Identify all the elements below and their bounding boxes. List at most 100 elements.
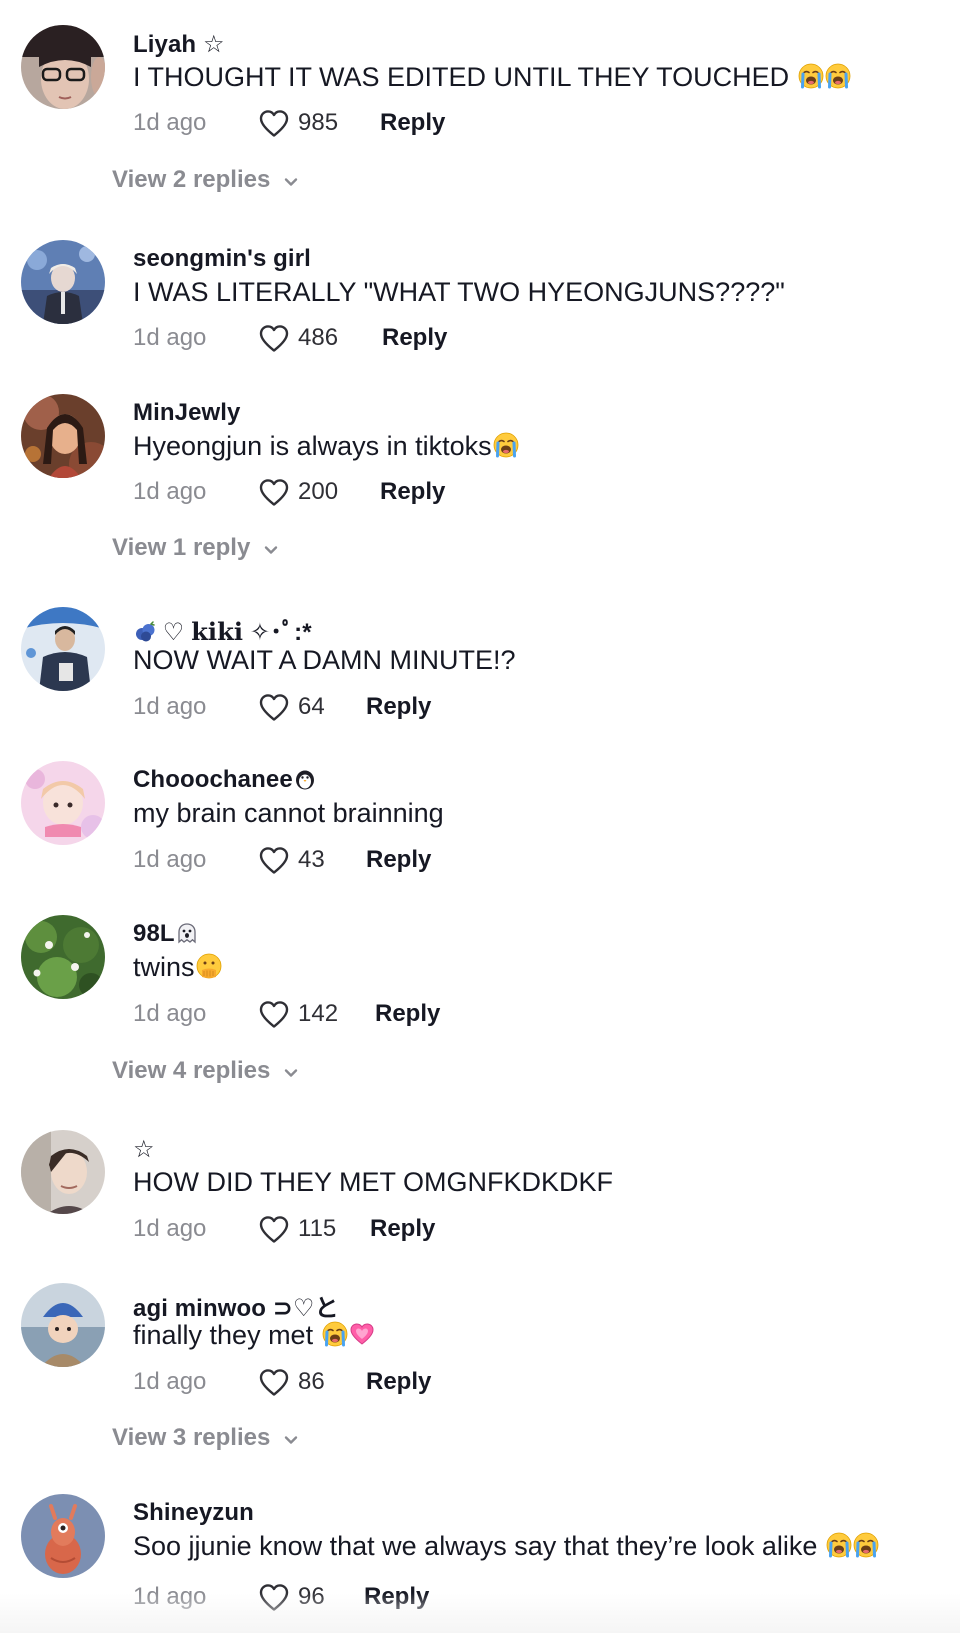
loudly-crying-face-icon [322, 1321, 348, 1347]
avatar[interactable] [21, 607, 105, 691]
comment-text-body: I WAS LITERALLY "WHAT TWO HYEONGJUNS????… [133, 277, 785, 307]
like-count: 142 [298, 1000, 339, 1027]
avatar[interactable] [21, 240, 105, 324]
comment-meta: 1d ago 142 Reply [133, 997, 440, 1031]
comment-username[interactable]: seongmin's girl [133, 245, 311, 273]
like-button[interactable]: 486 [258, 323, 382, 353]
comment-text: Hyeongjun is always in tiktoks [133, 431, 519, 462]
like-button[interactable]: 142 [258, 999, 375, 1029]
comment-username[interactable]: Chooochanee [133, 766, 316, 794]
comment-text: Soo jjunie know that we always say that … [133, 1531, 879, 1562]
like-count: 200 [298, 478, 339, 505]
comment-text: I WAS LITERALLY "WHAT TWO HYEONGJUNS????… [133, 277, 785, 308]
comment-username[interactable]: agi minwoo ⊃♡と [133, 1288, 339, 1323]
like-button[interactable]: 115 [258, 1214, 370, 1244]
view-replies-label: View 2 replies [112, 166, 271, 193]
penguin-icon [294, 768, 316, 790]
view-replies-button[interactable]: View 4 replies [112, 1057, 300, 1085]
chevron-down-icon [282, 173, 300, 191]
username-suffix: ✧･ﾟ:* [249, 619, 312, 646]
reply-button[interactable]: Reply [370, 1215, 435, 1243]
heart-outline-icon [258, 108, 290, 138]
comment-text-body: NOW WAIT A DAMN MINUTE!? [133, 645, 516, 675]
comment-time: 1d ago [133, 693, 207, 720]
comment-username[interactable]: ☆ [133, 1135, 155, 1164]
username-main: Chooochanee [133, 766, 293, 793]
reply-button[interactable]: Reply [366, 846, 431, 874]
comment-text: I THOUGHT IT WAS EDITED UNTIL THEY TOUCH… [133, 62, 851, 93]
username-main: kiki [191, 617, 244, 646]
comment-text: twins [133, 952, 222, 983]
avatar[interactable] [21, 761, 105, 845]
heart-outline-icon [258, 692, 290, 722]
like-button[interactable]: 64 [258, 692, 366, 722]
comment-username[interactable]: 98L [133, 920, 198, 948]
comment-username[interactable]: Liyah ☆ [133, 30, 225, 59]
loudly-crying-face-icon [493, 432, 519, 458]
loudly-crying-face-icon [825, 63, 851, 89]
username-prefix: ♡ [162, 619, 185, 646]
chevron-down-icon [262, 541, 280, 559]
comment-text-body: Soo jjunie know that we always say that … [133, 1531, 818, 1561]
loudly-crying-face-icon [826, 1532, 852, 1558]
heart-outline-icon [258, 999, 290, 1029]
heart-outline-icon [258, 845, 290, 875]
like-button[interactable]: 86 [258, 1367, 366, 1397]
comment-meta: 1d ago 43 Reply [133, 843, 431, 877]
comment-text-body: HOW DID THEY MET OMGNFKDKDKF [133, 1167, 614, 1197]
comment-username[interactable]: ♡ kiki ✧･ﾟ:* [133, 612, 312, 647]
like-button[interactable]: 43 [258, 845, 366, 875]
comment-text: NOW WAIT A DAMN MINUTE!? [133, 645, 516, 676]
chevron-down-icon [282, 1431, 300, 1449]
reply-button[interactable]: Reply [382, 324, 447, 352]
comment-username[interactable]: MinJewly [133, 399, 241, 427]
avatar[interactable] [21, 1130, 105, 1214]
comment-text-body: twins [133, 952, 195, 982]
comment-time: 1d ago [133, 1215, 207, 1242]
view-replies-button[interactable]: View 3 replies [112, 1424, 300, 1452]
username-main: 98L [133, 920, 175, 947]
view-replies-label: View 3 replies [112, 1424, 271, 1451]
like-count: 64 [298, 693, 325, 720]
view-replies-button[interactable]: View 1 reply [112, 534, 280, 562]
loudly-crying-face-icon [853, 1532, 879, 1558]
avatar[interactable] [21, 1283, 105, 1367]
avatar[interactable] [21, 1494, 105, 1578]
comment-meta: 1d ago 200 Reply [133, 475, 445, 509]
like-button[interactable]: 985 [258, 108, 380, 138]
heart-outline-icon [258, 477, 290, 507]
like-count: 43 [298, 846, 325, 873]
avatar[interactable] [21, 394, 105, 478]
comment-meta: 1d ago 115 Reply [133, 1212, 435, 1246]
comment-meta: 1d ago 985 Reply [133, 106, 445, 140]
ghost-icon [176, 922, 198, 944]
view-replies-button[interactable]: View 2 replies [112, 166, 300, 194]
comment-time: 1d ago [133, 324, 207, 351]
avatar[interactable] [21, 915, 105, 999]
comment-username[interactable]: Shineyzun [133, 1499, 254, 1527]
comment-time: 1d ago [133, 1368, 207, 1395]
reply-button[interactable]: Reply [380, 109, 445, 137]
comment-text: HOW DID THEY MET OMGNFKDKDKF [133, 1167, 613, 1198]
like-count: 486 [298, 324, 339, 351]
chevron-down-icon [282, 1064, 300, 1082]
comment-time: 1d ago [133, 1000, 207, 1027]
comment-text-body: my brain cannot brainning [133, 798, 444, 828]
comment-text: my brain cannot brainning [133, 798, 444, 829]
reply-button[interactable]: Reply [375, 1000, 440, 1028]
loudly-crying-face-icon [798, 63, 824, 89]
comment-text-body: finally they met [133, 1320, 314, 1350]
reply-button[interactable]: Reply [366, 693, 431, 721]
comment-meta: 1d ago 486 Reply [133, 321, 447, 355]
bottom-fade [0, 1593, 960, 1633]
reply-button[interactable]: Reply [380, 478, 445, 506]
heart-outline-icon [258, 1214, 290, 1244]
view-replies-label: View 4 replies [112, 1057, 271, 1084]
avatar[interactable] [21, 25, 105, 109]
like-button[interactable]: 200 [258, 477, 380, 507]
like-count: 985 [298, 109, 339, 136]
reply-button[interactable]: Reply [366, 1368, 431, 1396]
comment-meta: 1d ago 64 Reply [133, 690, 431, 724]
comment-time: 1d ago [133, 846, 207, 873]
heart-outline-icon [258, 1367, 290, 1397]
